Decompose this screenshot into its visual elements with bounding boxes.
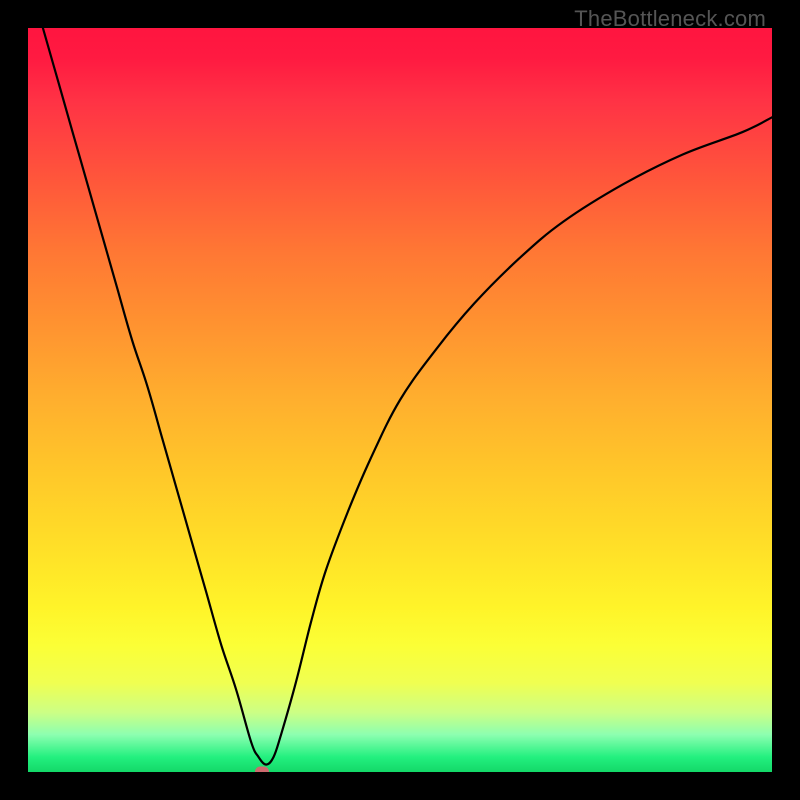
plot-area (28, 28, 772, 772)
optimal-point-marker (255, 767, 269, 773)
chart-frame: TheBottleneck.com (0, 0, 800, 800)
bottleneck-curve (28, 28, 772, 772)
